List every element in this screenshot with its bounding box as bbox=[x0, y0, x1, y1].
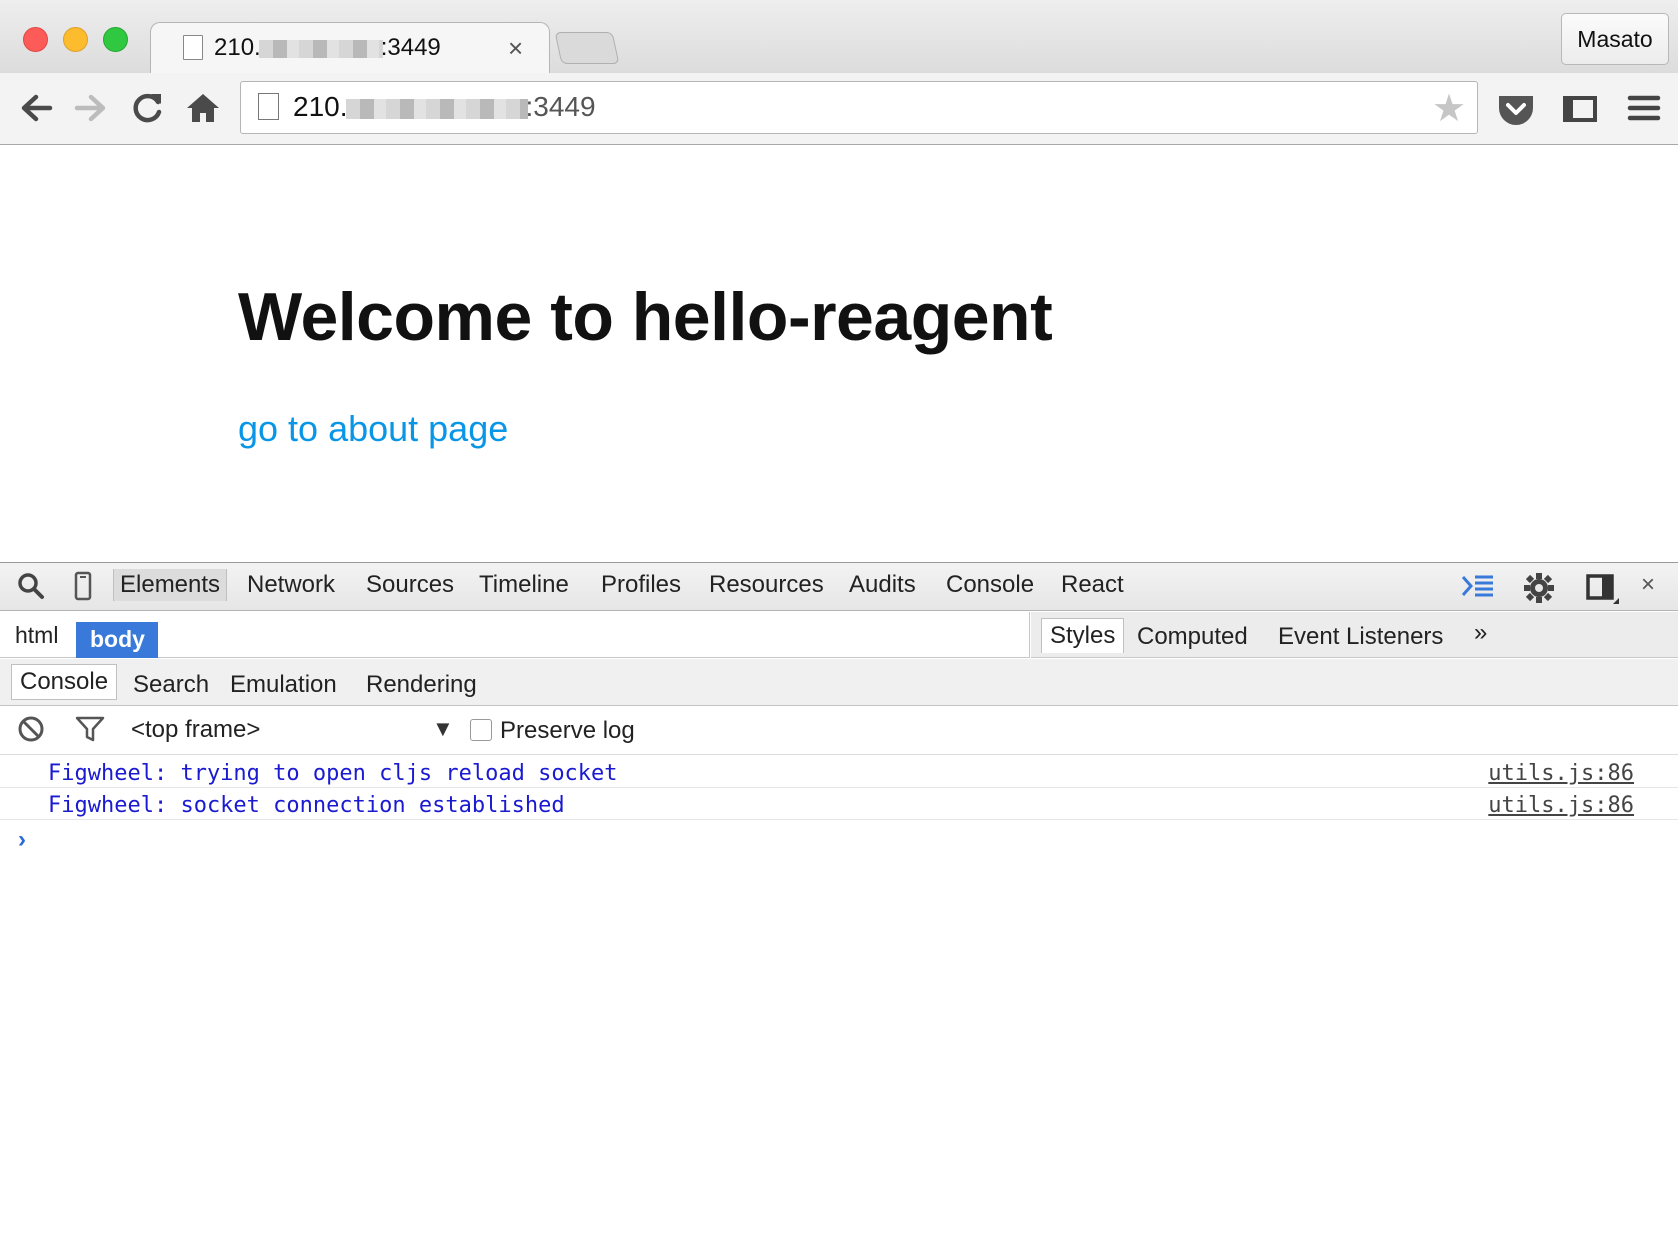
console-message-source-link[interactable]: utils.js:86 bbox=[1488, 793, 1634, 818]
page-favicon-icon bbox=[183, 35, 203, 60]
frame-select[interactable]: <top frame> bbox=[131, 716, 260, 744]
drawer-tab-emulation[interactable]: Emulation bbox=[230, 671, 337, 699]
zoom-window-button[interactable] bbox=[103, 27, 128, 52]
tab-network[interactable]: Network bbox=[247, 571, 335, 599]
back-icon[interactable] bbox=[16, 88, 56, 128]
page-icon bbox=[258, 93, 279, 120]
page-heading: Welcome to hello-reagent bbox=[238, 279, 1053, 355]
tab-react[interactable]: React bbox=[1061, 571, 1124, 599]
tab-profiles[interactable]: Profiles bbox=[601, 571, 681, 599]
new-tab-button[interactable] bbox=[554, 32, 620, 64]
tab-timeline[interactable]: Timeline bbox=[479, 571, 569, 599]
console-message: Figwheel: trying to open cljs reload soc… bbox=[0, 756, 1678, 788]
tab-resources[interactable]: Resources bbox=[709, 571, 824, 599]
menu-icon[interactable] bbox=[1624, 88, 1664, 128]
tab-audits[interactable]: Audits bbox=[849, 571, 916, 599]
tab-event-listeners[interactable]: Event Listeners bbox=[1278, 623, 1443, 651]
dock-side-icon[interactable] bbox=[1585, 571, 1621, 612]
drawer-tab-rendering[interactable]: Rendering bbox=[366, 671, 477, 699]
address-bar-url[interactable]: 210.:3449 bbox=[293, 91, 596, 123]
minimize-window-button[interactable] bbox=[63, 27, 88, 52]
device-mode-icon[interactable] bbox=[68, 571, 98, 608]
tab-title: 210.:3449 bbox=[214, 34, 441, 61]
drawer-tab-search[interactable]: Search bbox=[133, 671, 209, 699]
show-drawer-icon[interactable] bbox=[1461, 571, 1495, 608]
tab-close-button[interactable]: × bbox=[508, 33, 523, 64]
drawer-tab-console[interactable]: Console bbox=[11, 664, 118, 700]
tab-console[interactable]: Console bbox=[946, 571, 1034, 599]
about-page-link[interactable]: go to about page bbox=[238, 408, 508, 450]
bookmark-star-icon[interactable]: ★ bbox=[1432, 86, 1466, 131]
filter-icon[interactable] bbox=[74, 714, 106, 751]
preserve-log-checkbox[interactable] bbox=[470, 719, 492, 741]
preserve-log-label: Preserve log bbox=[500, 717, 635, 744]
console-prompt[interactable]: › bbox=[18, 826, 26, 854]
reload-icon[interactable] bbox=[127, 88, 167, 128]
console-message-source-link[interactable]: utils.js:86 bbox=[1488, 761, 1634, 786]
cast-icon[interactable] bbox=[1560, 88, 1600, 128]
forward-icon[interactable] bbox=[71, 88, 111, 128]
clear-console-icon[interactable] bbox=[16, 714, 46, 751]
devtools-close-button[interactable]: × bbox=[1641, 571, 1655, 599]
breadcrumb-body[interactable]: body bbox=[76, 622, 158, 658]
console-message: Figwheel: socket connection established … bbox=[0, 788, 1678, 820]
chevron-down-icon[interactable]: ▼ bbox=[432, 716, 454, 742]
inspect-search-icon[interactable] bbox=[16, 571, 46, 608]
profile-button[interactable]: Masato bbox=[1561, 13, 1669, 65]
home-icon[interactable] bbox=[183, 88, 223, 128]
close-window-button[interactable] bbox=[23, 27, 48, 52]
breadcrumb-html[interactable]: html bbox=[15, 622, 58, 649]
tab-sources[interactable]: Sources bbox=[366, 571, 454, 599]
tab-elements[interactable]: Elements bbox=[113, 569, 228, 601]
more-tabs-icon[interactable]: » bbox=[1474, 619, 1487, 647]
tab-computed[interactable]: Computed bbox=[1137, 623, 1248, 651]
pocket-icon[interactable] bbox=[1496, 88, 1536, 128]
console-message-text: Figwheel: socket connection established bbox=[48, 793, 565, 818]
browser-window: 210.:3449 × Masato 210.:3449 ★ Welcome t… bbox=[0, 0, 1678, 1260]
tab-styles[interactable]: Styles bbox=[1041, 618, 1125, 653]
console-message-text: Figwheel: trying to open cljs reload soc… bbox=[48, 761, 618, 786]
settings-gear-icon[interactable] bbox=[1522, 571, 1556, 612]
